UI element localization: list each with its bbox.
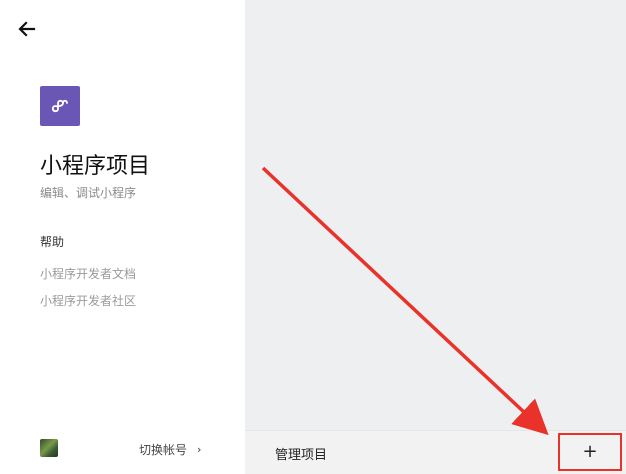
mini-program-logo (40, 86, 80, 126)
switch-account-button[interactable]: 切换帐号 › (139, 441, 201, 458)
help-link-community[interactable]: 小程序开发者社区 (40, 292, 136, 309)
app-title: 小程序项目 (40, 154, 151, 179)
app-subtitle: 编辑、调试小程序 (40, 186, 137, 200)
help-link-docs[interactable]: 小程序开发者文档 (40, 265, 136, 282)
back-button[interactable] (17, 20, 37, 38)
chevron-right-icon: › (197, 443, 202, 456)
switch-account-label: 切换帐号 (139, 443, 188, 457)
arrow-left-icon (18, 21, 36, 37)
avatar[interactable] (40, 439, 58, 457)
project-list-area (245, 0, 626, 474)
help-heading: 帮助 (40, 235, 65, 249)
mini-program-icon (51, 99, 68, 113)
manage-projects-button[interactable]: 管理项目 (275, 444, 327, 463)
sidebar: 小程序项目 编辑、调试小程序 帮助 小程序开发者文档 小程序开发者社区 切换帐号… (0, 0, 245, 474)
plus-icon: + (582, 441, 598, 462)
add-project-button[interactable]: + (558, 433, 622, 471)
